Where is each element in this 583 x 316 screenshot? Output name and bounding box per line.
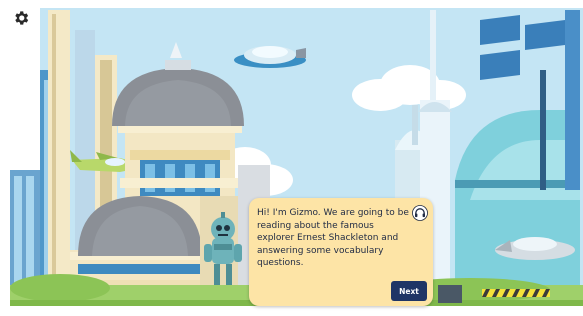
gear-icon — [15, 11, 29, 25]
settings-button[interactable] — [8, 5, 34, 31]
next-button[interactable]: Next — [391, 281, 427, 301]
audio-button[interactable] — [412, 205, 428, 221]
game-frame: Hi! I'm Gizmo. We are going to be readin… — [0, 0, 583, 316]
speech-dialog: Hi! I'm Gizmo. We are going to be readin… — [249, 198, 433, 306]
headphones-icon — [412, 205, 428, 221]
dialog-message: Hi! I'm Gizmo. We are going to be readin… — [257, 208, 409, 269]
